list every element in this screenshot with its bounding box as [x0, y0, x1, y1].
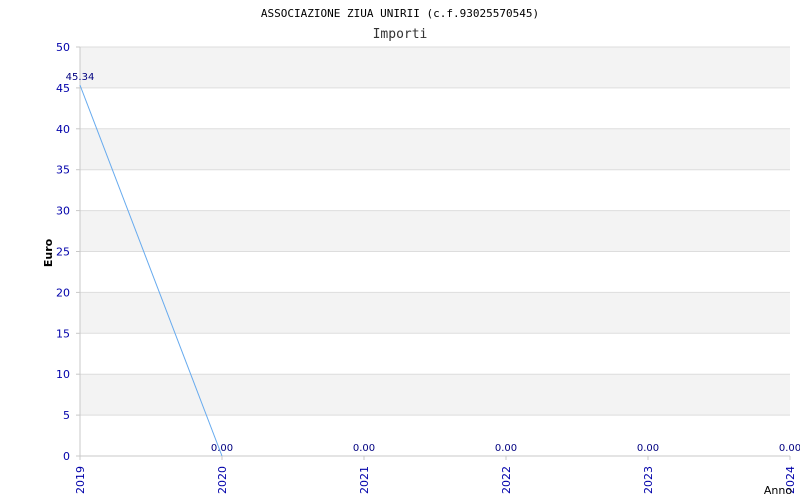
- y-tick-label: 30: [56, 205, 70, 218]
- background-band: [80, 87, 790, 129]
- data-label: 0.00: [353, 443, 375, 454]
- chart-subtitle: Importi: [373, 27, 428, 42]
- y-tick-label: 10: [56, 368, 70, 381]
- line-chart: ASSOCIAZIONE ZIUA UNIRII (c.f.9302557054…: [42, 7, 800, 497]
- background-band: [80, 169, 790, 211]
- background-band: [80, 251, 790, 293]
- background-band: [80, 374, 790, 416]
- y-tick-label: 50: [56, 41, 70, 54]
- y-tick-label: 0: [63, 450, 70, 463]
- y-tick-label: 15: [56, 327, 70, 340]
- y-tick-label: 45: [56, 82, 70, 95]
- data-label: 0.00: [495, 443, 517, 454]
- x-axis-ticks: 2019 2020 2021 2022 2023 2024: [74, 456, 797, 494]
- data-label: 45.34: [66, 72, 95, 83]
- chart-container: ASSOCIAZIONE ZIUA UNIRII (c.f.9302557054…: [0, 0, 800, 500]
- data-label: 0.00: [211, 443, 233, 454]
- background-band: [80, 415, 790, 456]
- data-label: 0.00: [637, 443, 659, 454]
- x-tick-label: 2019: [74, 466, 87, 494]
- x-tick-label: 2020: [216, 466, 229, 494]
- y-tick-label: 35: [56, 164, 70, 177]
- x-tick-label: 2023: [642, 466, 655, 494]
- data-label: 0.00: [779, 443, 800, 454]
- background-band: [80, 333, 790, 375]
- y-axis-label: Euro: [42, 238, 55, 267]
- chart-title: ASSOCIAZIONE ZIUA UNIRII (c.f.9302557054…: [261, 7, 539, 20]
- x-tick-label: 2021: [358, 466, 371, 494]
- y-tick-label: 5: [63, 409, 70, 422]
- y-axis-ticks: 0 5 10 15 20 25 30 35 40 45 50: [56, 41, 80, 463]
- x-axis-label: Anno: [764, 484, 792, 497]
- y-tick-label: 40: [56, 123, 70, 136]
- x-tick-label: 2022: [500, 466, 513, 494]
- y-tick-label: 20: [56, 286, 70, 299]
- background-band: [80, 292, 790, 334]
- background-band: [80, 210, 790, 252]
- y-tick-label: 25: [56, 246, 70, 259]
- background-band: [80, 128, 790, 170]
- background-band: [80, 47, 790, 88]
